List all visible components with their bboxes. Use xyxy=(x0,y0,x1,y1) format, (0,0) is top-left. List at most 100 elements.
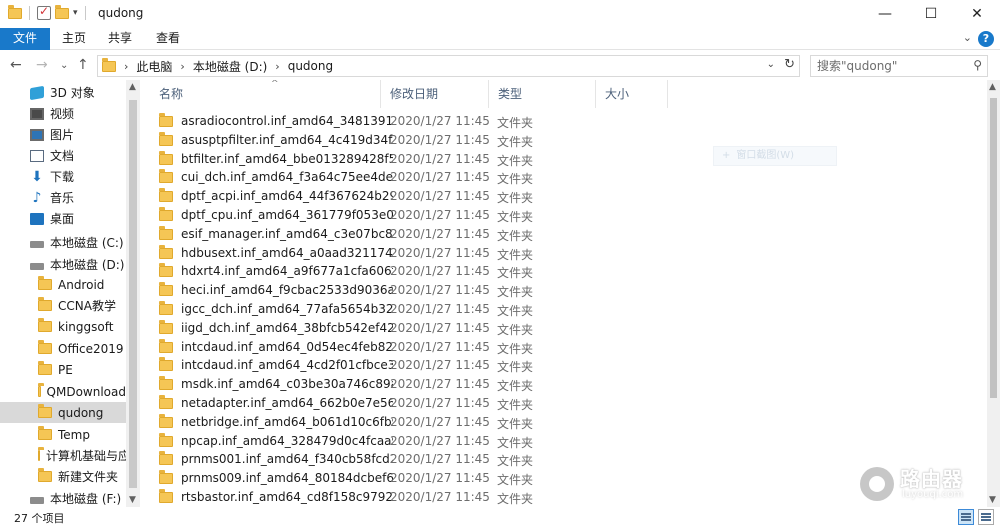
folder-icon xyxy=(159,169,173,184)
sidebar-item-label: 文档 xyxy=(50,149,75,163)
sidebar-item-drive-d[interactable]: 本地磁盘 (D:) xyxy=(0,254,126,275)
file-type: 文件夹 xyxy=(497,379,534,394)
file-type: 文件夹 xyxy=(497,416,534,431)
search-input[interactable] xyxy=(811,56,961,76)
forward-icon[interactable]: → xyxy=(36,57,48,73)
properties-icon[interactable] xyxy=(37,4,51,20)
file-date: 2020/1/27 11:45 xyxy=(390,471,490,486)
tab-share[interactable]: 共享 xyxy=(102,28,138,50)
sidebar-item-qudong[interactable]: qudong xyxy=(0,402,126,423)
ribbon-tabs: 文件 主页 共享 查看 ⌄ ? xyxy=(0,28,1000,50)
sidebar-item-3d-objects[interactable]: 3D 对象 xyxy=(0,82,126,103)
sidebar-item-qmdownload[interactable]: QMDownload xyxy=(0,381,126,402)
address-bar[interactable]: › 此电脑 › 本地磁盘 (D:) › qudong ⌄ ↻ xyxy=(97,55,800,77)
details-view-button[interactable] xyxy=(958,509,974,525)
scroll-down-icon[interactable]: ▼ xyxy=(129,495,136,505)
table-row[interactable]: dptf_acpi.inf_amd64_44f367624b292f...202… xyxy=(159,187,959,206)
sidebar-item-drive-f[interactable]: 本地磁盘 (F:) xyxy=(0,488,126,507)
sidebar-item-drive-c[interactable]: 本地磁盘 (C:) xyxy=(0,232,126,253)
item-count: 27 个项目 xyxy=(14,512,65,525)
maximize-button[interactable]: ☐ xyxy=(908,0,954,28)
file-list-scrollbar[interactable]: ▲ ▼ xyxy=(987,80,1000,507)
sidebar-item-desktop[interactable]: 桌面 xyxy=(0,208,126,229)
table-row[interactable]: asusptpfilter.inf_amd64_4c419d34fb9...20… xyxy=(159,131,959,150)
video-icon xyxy=(30,107,44,120)
sidebar-scroll-thumb[interactable] xyxy=(129,100,137,488)
column-header-date[interactable]: 修改日期 xyxy=(382,80,489,108)
folder-icon xyxy=(159,395,173,409)
table-row[interactable]: msdk.inf_amd64_c03be30a746c89a2 2020/1/27… xyxy=(159,375,959,394)
up-icon[interactable]: ↑ xyxy=(77,57,89,73)
table-row[interactable]: iigd_dch.inf_amd64_38bfcb542ef4272e2020/… xyxy=(159,319,959,338)
sidebar-item-computer-basics[interactable]: 计算机基础与应 xyxy=(0,445,126,466)
table-row[interactable]: heci.inf_amd64_f9cbac2533d9036a 2020/1/27… xyxy=(159,281,959,300)
table-row[interactable]: netadapter.inf_amd64_662b0e7e568b...2020… xyxy=(159,394,959,413)
table-row[interactable]: cui_dch.inf_amd64_f3a64c75ee4defb7 2020/1… xyxy=(159,168,959,187)
desktop-icon xyxy=(30,212,44,225)
sidebar-item-kinggsoft[interactable]: kinggsoft xyxy=(0,316,126,337)
sidebar-item-ccna[interactable]: CCNA教学 xyxy=(0,295,126,316)
breadcrumb-qudong[interactable]: qudong xyxy=(288,59,333,73)
breadcrumb-this-pc[interactable]: 此电脑 xyxy=(136,58,172,75)
tab-home[interactable]: 主页 xyxy=(56,28,92,50)
sidebar-item-android[interactable]: Android xyxy=(0,274,126,295)
minimize-button[interactable]: — xyxy=(862,0,908,28)
column-header-type[interactable]: 类型 xyxy=(490,80,596,108)
refresh-icon[interactable]: ↻ xyxy=(784,57,795,72)
table-row[interactable]: igcc_dch.inf_amd64_77afa5654b3256752020/… xyxy=(159,300,959,319)
large-icons-view-button[interactable] xyxy=(978,509,994,525)
tab-view[interactable]: 查看 xyxy=(150,28,186,50)
file-date: 2020/1/27 11:45 xyxy=(390,245,490,260)
file-date: 2020/1/27 11:45 xyxy=(390,339,490,354)
sidebar-scrollbar[interactable]: ▲ ▼ xyxy=(126,80,140,507)
table-row[interactable]: hdxrt4.inf_amd64_a9f677a1cfa606fa 2020/1/… xyxy=(159,262,959,281)
table-row[interactable]: intcdaud.inf_amd64_0d54ec4feb82b9...2020… xyxy=(159,338,959,357)
close-button[interactable]: ✕ xyxy=(954,0,1000,28)
help-icon[interactable]: ? xyxy=(978,31,994,47)
chevron-right-icon[interactable]: › xyxy=(124,60,128,73)
table-row[interactable]: prnms009.inf_amd64_80184dcbef677...2020/… xyxy=(159,469,959,488)
sidebar-item-videos[interactable]: 视频 xyxy=(0,103,126,124)
sidebar-item-music[interactable]: ♪ 音乐 xyxy=(0,187,126,208)
table-row[interactable]: netbridge.inf_amd64_b061d10c6fb98...2020… xyxy=(159,413,959,432)
toolbar-divider xyxy=(29,6,30,20)
table-row[interactable]: dptf_cpu.inf_amd64_361779f053e025ac2020/… xyxy=(159,206,959,225)
table-row[interactable]: prnms001.inf_amd64_f340cb58fcd232...2020… xyxy=(159,450,959,469)
file-list-scroll-thumb[interactable] xyxy=(990,98,997,398)
recent-locations-icon[interactable]: ⌄ xyxy=(60,60,68,71)
file-type: 文件夹 xyxy=(497,360,534,375)
scroll-up-icon[interactable]: ▲ xyxy=(989,82,996,92)
table-row[interactable]: rtsbastor.inf_amd64_cd8f158c979261...202… xyxy=(159,488,959,507)
search-icon[interactable]: ⚲ xyxy=(973,58,982,72)
sidebar-item-pe[interactable]: PE xyxy=(0,359,126,380)
expand-ribbon-icon[interactable]: ⌄ xyxy=(963,31,972,44)
sidebar-item-office2019[interactable]: Office2019 xyxy=(0,338,126,359)
table-row[interactable]: intcdaud.inf_amd64_4cd2f01cfbce31602020/… xyxy=(159,356,959,375)
column-header-size[interactable]: 大小 xyxy=(597,80,668,108)
scroll-up-icon[interactable]: ▲ xyxy=(129,82,136,92)
chevron-right-icon[interactable]: › xyxy=(275,60,279,73)
table-row[interactable]: esif_manager.inf_amd64_c3e07bc8cd...2020… xyxy=(159,225,959,244)
sidebar-item-temp[interactable]: Temp xyxy=(0,424,126,445)
column-type-label: 类型 xyxy=(498,87,523,101)
sidebar-item-downloads[interactable]: ⬇ 下载 xyxy=(0,166,126,187)
table-row[interactable]: asradiocontrol.inf_amd64_3481391c8...202… xyxy=(159,112,959,131)
customize-toolbar-icon[interactable]: ▾ xyxy=(73,8,78,18)
search-box[interactable]: ⚲ xyxy=(810,55,988,77)
file-type: 文件夹 xyxy=(497,285,534,300)
sidebar-item-new-folder[interactable]: 新建文件夹 xyxy=(0,466,126,487)
column-header-name[interactable]: 名称 ^ xyxy=(151,80,381,108)
sidebar-item-documents[interactable]: 文档 xyxy=(0,145,126,166)
table-row[interactable]: npcap.inf_amd64_328479d0c4fcaa92 2020/1/2… xyxy=(159,432,959,451)
folder-icon xyxy=(38,340,52,354)
chevron-down-icon[interactable]: ⌄ xyxy=(767,59,775,70)
tab-file[interactable]: 文件 xyxy=(0,28,50,50)
new-folder-icon[interactable] xyxy=(55,4,69,19)
chevron-right-icon[interactable]: › xyxy=(180,60,184,73)
sidebar-item-pictures[interactable]: 图片 xyxy=(0,124,126,145)
table-row[interactable]: hdbusext.inf_amd64_a0aad32117464...2020/… xyxy=(159,244,959,263)
breadcrumb-drive-d[interactable]: 本地磁盘 (D:) xyxy=(193,58,267,75)
back-icon[interactable]: ← xyxy=(10,57,22,73)
file-date: 2020/1/27 11:45 xyxy=(390,302,490,316)
table-row[interactable]: btfilter.inf_amd64_bbe013289428f55d 2020/… xyxy=(159,150,959,169)
